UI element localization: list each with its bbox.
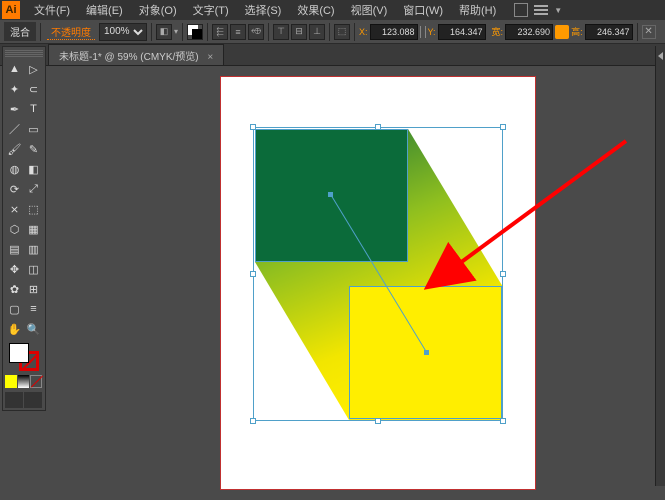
y-input[interactable]	[438, 24, 486, 40]
handle-br[interactable]	[500, 418, 506, 424]
document-tab-bar: 未标题-1* @ 59% (CMYK/预览) ×	[0, 44, 665, 66]
coord-sep-icon	[420, 26, 426, 38]
tool-zoom[interactable]: 🔍	[24, 319, 43, 339]
tool-hand[interactable]: ✋	[5, 319, 24, 339]
close-tab-icon[interactable]: ×	[207, 52, 213, 63]
app-logo: Ai	[2, 1, 20, 19]
tool-rectangle[interactable]: ▭	[24, 119, 43, 139]
gradient-mode-icon[interactable]	[18, 375, 30, 388]
handle-tr[interactable]	[500, 124, 506, 130]
align-top-icon[interactable]: ⊤	[273, 24, 289, 40]
menu-help[interactable]: 帮助(H)	[451, 2, 504, 18]
tool-blend[interactable]: ◫	[24, 259, 43, 279]
w-label: 宽:	[492, 25, 504, 38]
tool-symbol[interactable]: ✿	[5, 279, 24, 299]
tool-line[interactable]: ／	[5, 119, 24, 139]
h-input[interactable]	[585, 24, 633, 40]
tool-pen[interactable]: ✒	[5, 99, 24, 119]
tool-eraser[interactable]: ◧	[24, 159, 43, 179]
handle-tm[interactable]	[375, 124, 381, 130]
align-right-icon[interactable]: ⬲	[248, 24, 264, 40]
align-middle-icon[interactable]: ⊟	[291, 24, 307, 40]
tool-free-transform[interactable]: ⬚	[24, 199, 43, 219]
menu-type[interactable]: 文字(T)	[185, 2, 237, 18]
dropdown-icon[interactable]: ▾	[174, 27, 178, 36]
fill-swatch[interactable]	[9, 343, 29, 363]
tool-type[interactable]: T	[24, 99, 43, 119]
tool-pencil[interactable]: ✎	[24, 139, 43, 159]
menu-window[interactable]: 窗口(W)	[395, 2, 451, 18]
menu-file[interactable]: 文件(F)	[26, 2, 78, 18]
artboard[interactable]	[221, 77, 535, 489]
options-bar: 混合 不透明度 100% ◧ ▾ ⬱ ≡ ⬲ ⊤ ⊟ ⊥ ⬚ X: Y: 宽: …	[0, 20, 665, 44]
x-label: X:	[359, 27, 368, 37]
expand-panel-icon[interactable]	[658, 52, 663, 60]
menu-bar: Ai 文件(F) 编辑(E) 对象(O) 文字(T) 选择(S) 效果(C) 视…	[0, 0, 665, 20]
menu-select[interactable]: 选择(S)	[237, 2, 290, 18]
tool-graph[interactable]: ⊞	[24, 279, 43, 299]
fill-stroke[interactable]	[5, 341, 43, 371]
opacity-label[interactable]: 不透明度	[47, 24, 95, 40]
style-icon[interactable]: ◧	[156, 24, 172, 40]
opacity-select[interactable]: 100%	[99, 23, 147, 41]
tool-lasso[interactable]: ⊂	[24, 79, 43, 99]
panel-grip[interactable]	[5, 49, 43, 57]
link-icon[interactable]	[555, 25, 569, 39]
tool-magic-wand[interactable]: ✦	[5, 79, 24, 99]
document-title: 未标题-1* @ 59% (CMYK/预览)	[59, 52, 199, 63]
w-input[interactable]	[505, 24, 553, 40]
tool-label: 混合	[4, 22, 36, 41]
canvas-area[interactable]	[48, 66, 653, 498]
handle-tl[interactable]	[250, 124, 256, 130]
menu-edit[interactable]: 编辑(E)	[78, 2, 131, 18]
y-label: Y:	[428, 27, 436, 37]
selection-bbox[interactable]	[253, 127, 503, 421]
dropdown-icon[interactable]: ▼	[554, 6, 562, 15]
right-panel-edge[interactable]	[655, 46, 665, 486]
document-tab[interactable]: 未标题-1* @ 59% (CMYK/预览) ×	[48, 44, 224, 65]
tool-paintbrush[interactable]: 🖌	[5, 139, 24, 159]
tool-shape-builder[interactable]: ⬡	[5, 219, 24, 239]
tool-scale[interactable]: ⤢	[24, 179, 43, 199]
tool-rotate[interactable]: ⟳	[5, 179, 24, 199]
align-left-icon[interactable]: ⬱	[212, 24, 228, 40]
align-center-icon[interactable]: ≡	[230, 24, 246, 40]
tool-mesh[interactable]: ▤	[5, 239, 24, 259]
tool-direct-selection[interactable]: ▷	[24, 59, 43, 79]
h-label: 高:	[571, 25, 583, 38]
recolor-icon[interactable]	[187, 24, 203, 40]
menu-object[interactable]: 对象(O)	[131, 2, 185, 18]
handle-bm[interactable]	[375, 418, 381, 424]
tool-gradient[interactable]: ▥	[24, 239, 43, 259]
handle-mr[interactable]	[500, 271, 506, 277]
tool-eyedropper[interactable]: ✥	[5, 259, 24, 279]
x-input[interactable]	[370, 24, 418, 40]
none-mode-icon[interactable]	[30, 375, 42, 388]
tool-perspective[interactable]: ▦	[24, 219, 43, 239]
screen-mode-normal[interactable]	[5, 392, 23, 408]
tool-width[interactable]: ⨯	[5, 199, 24, 219]
workspace-icon[interactable]	[514, 3, 528, 17]
arrange-icon[interactable]	[534, 5, 548, 15]
transform-icon[interactable]: ⬚	[334, 24, 350, 40]
menu-effect[interactable]: 效果(C)	[289, 2, 342, 18]
menu-view[interactable]: 视图(V)	[343, 2, 396, 18]
color-mode-icon[interactable]	[5, 375, 17, 388]
screen-mode-full[interactable]	[24, 392, 42, 408]
close-icon[interactable]: ✕	[642, 25, 656, 39]
handle-bl[interactable]	[250, 418, 256, 424]
tool-blob[interactable]: ◍	[5, 159, 24, 179]
tool-artboard[interactable]: ▢	[5, 299, 24, 319]
handle-ml[interactable]	[250, 271, 256, 277]
tool-slice[interactable]: ≡	[24, 299, 43, 319]
tool-selection[interactable]: ▲	[5, 59, 24, 79]
align-bottom-icon[interactable]: ⊥	[309, 24, 325, 40]
tools-panel: ▲▷✦⊂✒T／▭🖌✎◍◧⟳⤢⨯⬚⬡▦▤▥✥◫✿⊞▢≡✋🔍	[2, 46, 46, 411]
